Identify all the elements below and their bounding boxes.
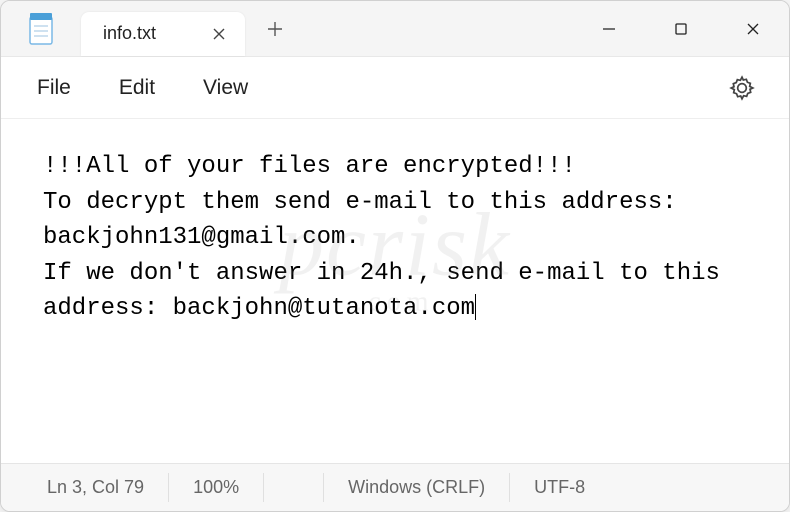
status-zoom[interactable]: 100% <box>169 473 264 501</box>
close-tab-icon[interactable] <box>207 22 231 46</box>
close-button[interactable] <box>717 1 789 56</box>
text-cursor <box>475 294 476 320</box>
settings-button[interactable] <box>723 69 761 107</box>
text-content-area[interactable]: !!!All of your files are encrypted!!! To… <box>1 119 789 463</box>
notepad-icon <box>1 12 81 46</box>
gear-icon <box>729 75 755 101</box>
status-encoding[interactable]: UTF-8 <box>510 473 609 501</box>
tab-title: info.txt <box>103 23 189 44</box>
new-tab-button[interactable] <box>251 7 299 51</box>
window-controls <box>573 1 789 56</box>
menu-file[interactable]: File <box>37 76 71 100</box>
status-lineending[interactable]: Windows (CRLF) <box>324 473 510 501</box>
status-position[interactable]: Ln 3, Col 79 <box>1 473 169 501</box>
titlebar: info.txt <box>1 1 789 57</box>
menu-view[interactable]: View <box>203 76 248 100</box>
document-tab[interactable]: info.txt <box>81 12 245 56</box>
statusbar: Ln 3, Col 79 100% Windows (CRLF) UTF-8 <box>1 463 789 511</box>
document-text: !!!All of your files are encrypted!!! To… <box>43 153 734 322</box>
maximize-button[interactable] <box>645 1 717 56</box>
menu-edit[interactable]: Edit <box>119 76 155 100</box>
status-spacer <box>264 473 324 501</box>
minimize-button[interactable] <box>573 1 645 56</box>
menubar: File Edit View <box>1 57 789 119</box>
notepad-window: info.txt File Edit View <box>0 0 790 512</box>
